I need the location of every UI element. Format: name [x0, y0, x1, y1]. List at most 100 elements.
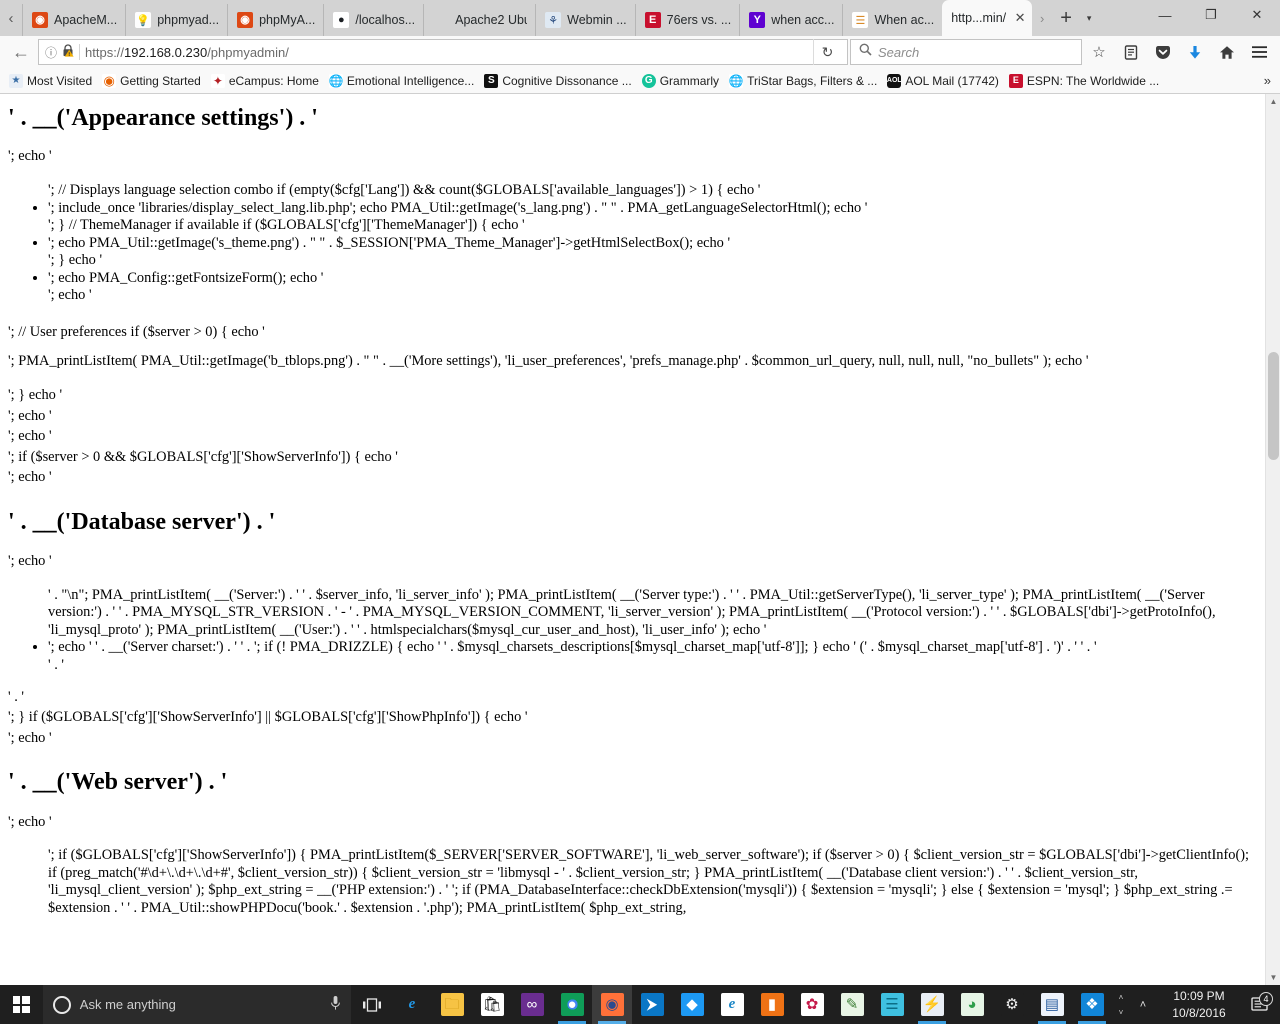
taskbar-app-raspberry-pi[interactable]: ✿	[792, 985, 832, 1024]
espn-icon: E	[644, 12, 661, 28]
network-share-icon: ⚡	[920, 993, 944, 1016]
page-heading-database-server: ' . __('Database server') . '	[8, 508, 276, 535]
browser-tab[interactable]: 💡 phpmyad...	[125, 4, 227, 36]
code-line: ' . '	[8, 688, 24, 705]
search-input[interactable]: Search	[850, 39, 1082, 65]
search-icon	[859, 43, 872, 61]
taskbar-app-mozilla-firefox[interactable]: ◉	[592, 985, 632, 1024]
bookmark-label: Emotional Intelligence...	[346, 73, 475, 88]
taskbar-app-visual-studio[interactable]: ∞	[512, 985, 552, 1024]
taskbar-app-internet-explorer[interactable]: e	[712, 985, 752, 1024]
bookmark-item[interactable]: ★ Most Visited	[5, 72, 98, 90]
browser-tab[interactable]: ⚘ Webmin ...	[535, 4, 635, 36]
taskbar-app-notepad[interactable]: ✎	[832, 985, 872, 1024]
microphone-icon[interactable]	[330, 995, 341, 1014]
close-icon[interactable]: ✕	[1012, 10, 1028, 26]
back-arrow-icon[interactable]: ←	[6, 38, 36, 66]
webmin-icon: ⚘	[545, 12, 562, 28]
close-window-button[interactable]: ✕	[1234, 0, 1280, 30]
taskbar-app-google-chrome[interactable]: ●	[552, 985, 592, 1024]
taskbar-app-server-manager[interactable]: ☰	[872, 985, 912, 1024]
taskbar-app-wifi-manager[interactable]: ◕	[952, 985, 992, 1024]
code-line: '; // User preferences if ($server > 0) …	[8, 323, 265, 340]
bookmark-star-icon[interactable]: ☆	[1084, 38, 1114, 66]
browser-tab[interactable]: Y when acc...	[739, 4, 842, 36]
task-view-button[interactable]	[351, 985, 392, 1024]
taskbar-app-file-explorer[interactable]: 🗀	[432, 985, 472, 1024]
bookmark-item[interactable]: G Grammarly	[638, 72, 725, 90]
browser-tab-active[interactable]: http...min/ ✕	[942, 0, 1033, 36]
list-item: '; echo '	[48, 287, 92, 304]
bookmark-item[interactable]: 🌐 TriStar Bags, Filters & ...	[725, 72, 883, 90]
bookmark-item[interactable]: ◉ Getting Started	[98, 72, 207, 90]
tray-scroll-arrows[interactable]: ˄ ˅	[1112, 993, 1130, 1017]
code-line: '; echo '	[8, 428, 52, 445]
cortana-search-box[interactable]: Ask me anything	[42, 985, 352, 1024]
download-arrow-icon[interactable]	[1180, 38, 1210, 66]
server-icon: ☰	[880, 993, 904, 1016]
scroll-down-icon[interactable]: ▼	[1266, 970, 1280, 985]
taskbar-app-network-share[interactable]: ⚡	[912, 985, 952, 1024]
chevron-down-icon[interactable]: ▾	[1080, 0, 1098, 36]
tray-scroll-down-icon[interactable]: ˅	[1119, 1008, 1124, 1017]
bookmark-item[interactable]: ✦ eCampus: Home	[207, 72, 325, 90]
navigation-toolbar: ← ⓘ https://192.168.0.230/phpmyadmin/ ↻	[0, 36, 1280, 68]
browser-tab[interactable]: ● /localhos...	[323, 4, 423, 36]
minimize-button[interactable]: —	[1142, 0, 1188, 30]
tab-strip: ‹ ◉ ApacheM... 💡 phpmyad... ◉ phpMyA... …	[0, 0, 1280, 36]
show-hidden-icons-button[interactable]: ˄	[1130, 999, 1156, 1011]
taskbar-app-remote-desktop[interactable]: ▤	[1032, 985, 1072, 1024]
tray-scroll-up-icon[interactable]: ˄	[1119, 993, 1124, 1002]
bookmark-item[interactable]: S Cognitive Dissonance ...	[480, 72, 637, 90]
bookmark-item[interactable]: E ESPN: The Worldwide ...	[1005, 72, 1165, 90]
start-button[interactable]	[0, 985, 43, 1024]
clock[interactable]: 10:09 PM 10/8/2016	[1156, 988, 1242, 1020]
info-circle-icon[interactable]: ⓘ	[45, 44, 57, 61]
reader-view-icon[interactable]	[1116, 38, 1146, 66]
taskbar-app-windows-defender[interactable]: ❖	[1072, 985, 1112, 1024]
wifi-icon: ◕	[960, 993, 984, 1016]
list-item: '; echo PMA_Util::getImage('s_theme.png'…	[48, 235, 1257, 253]
reload-icon[interactable]: ↻	[813, 39, 841, 65]
taskbar-app-microsoft-edge[interactable]: e	[392, 985, 432, 1024]
bookmark-label: Cognitive Dissonance ...	[502, 73, 632, 88]
search-placeholder: Search	[878, 44, 920, 60]
taskbar-app-settings[interactable]: ⚙	[992, 985, 1032, 1024]
firefox-icon: ◉	[600, 993, 624, 1016]
ecampus-icon: ✦	[210, 73, 225, 88]
bookmarks-overflow-icon[interactable]: »	[1264, 73, 1275, 88]
home-icon[interactable]	[1212, 38, 1242, 66]
browser-tab[interactable]: ☰ When ac...	[842, 4, 942, 36]
pocket-icon[interactable]	[1148, 38, 1178, 66]
maximize-button[interactable]: ❐	[1188, 0, 1234, 30]
internet-explorer-icon: e	[720, 993, 744, 1016]
browser-tab[interactable]: ◉ phpMyA...	[227, 4, 323, 36]
browser-tab[interactable]: E 76ers vs. ...	[634, 4, 740, 36]
bookmark-label: Grammarly	[659, 73, 720, 88]
url-path: /phpmyadmin/	[207, 44, 289, 60]
lock-warning-icon[interactable]	[62, 44, 74, 60]
cortana-placeholder: Ask me anything	[79, 997, 176, 1012]
address-bar[interactable]: ⓘ https://192.168.0.230/phpmyadmin/ ↻	[38, 39, 848, 65]
taskbar-app-visual-studio-code[interactable]: ⮞	[632, 985, 672, 1024]
hamburger-menu-icon[interactable]	[1244, 38, 1274, 66]
taskbar-app-microsoft-store[interactable]: 🛍	[472, 985, 512, 1024]
taskbar-app-orange-app[interactable]: ▮	[752, 985, 792, 1024]
scrollbar-thumb[interactable]	[1268, 352, 1279, 460]
bookmark-item[interactable]: AOL AOL Mail (17742)	[883, 72, 1005, 90]
new-tab-button[interactable]: +	[1052, 0, 1080, 36]
bookmark-item[interactable]: 🌐 Emotional Intelligence...	[325, 72, 480, 90]
scroll-up-icon[interactable]: ▲	[1266, 94, 1280, 109]
tab-title: 76ers vs. ...	[666, 13, 732, 27]
tab-title: phpMyA...	[259, 13, 316, 27]
action-center-button[interactable]: 4	[1242, 992, 1276, 1012]
browser-tab[interactable]: Apache2 Ubu...	[423, 4, 535, 36]
chevron-right-icon[interactable]: ›	[1032, 0, 1052, 36]
shield-icon: ❖	[1080, 993, 1104, 1016]
list-item: '; } echo '	[48, 252, 103, 269]
taskbar-app-kate-editor[interactable]: ◆	[672, 985, 712, 1024]
url-divider	[79, 44, 81, 60]
tab-scroll-left-icon[interactable]: ‹	[0, 0, 22, 36]
browser-tab[interactable]: ◉ ApacheM...	[22, 4, 125, 36]
vertical-scrollbar[interactable]: ▲ ▼	[1265, 94, 1280, 985]
